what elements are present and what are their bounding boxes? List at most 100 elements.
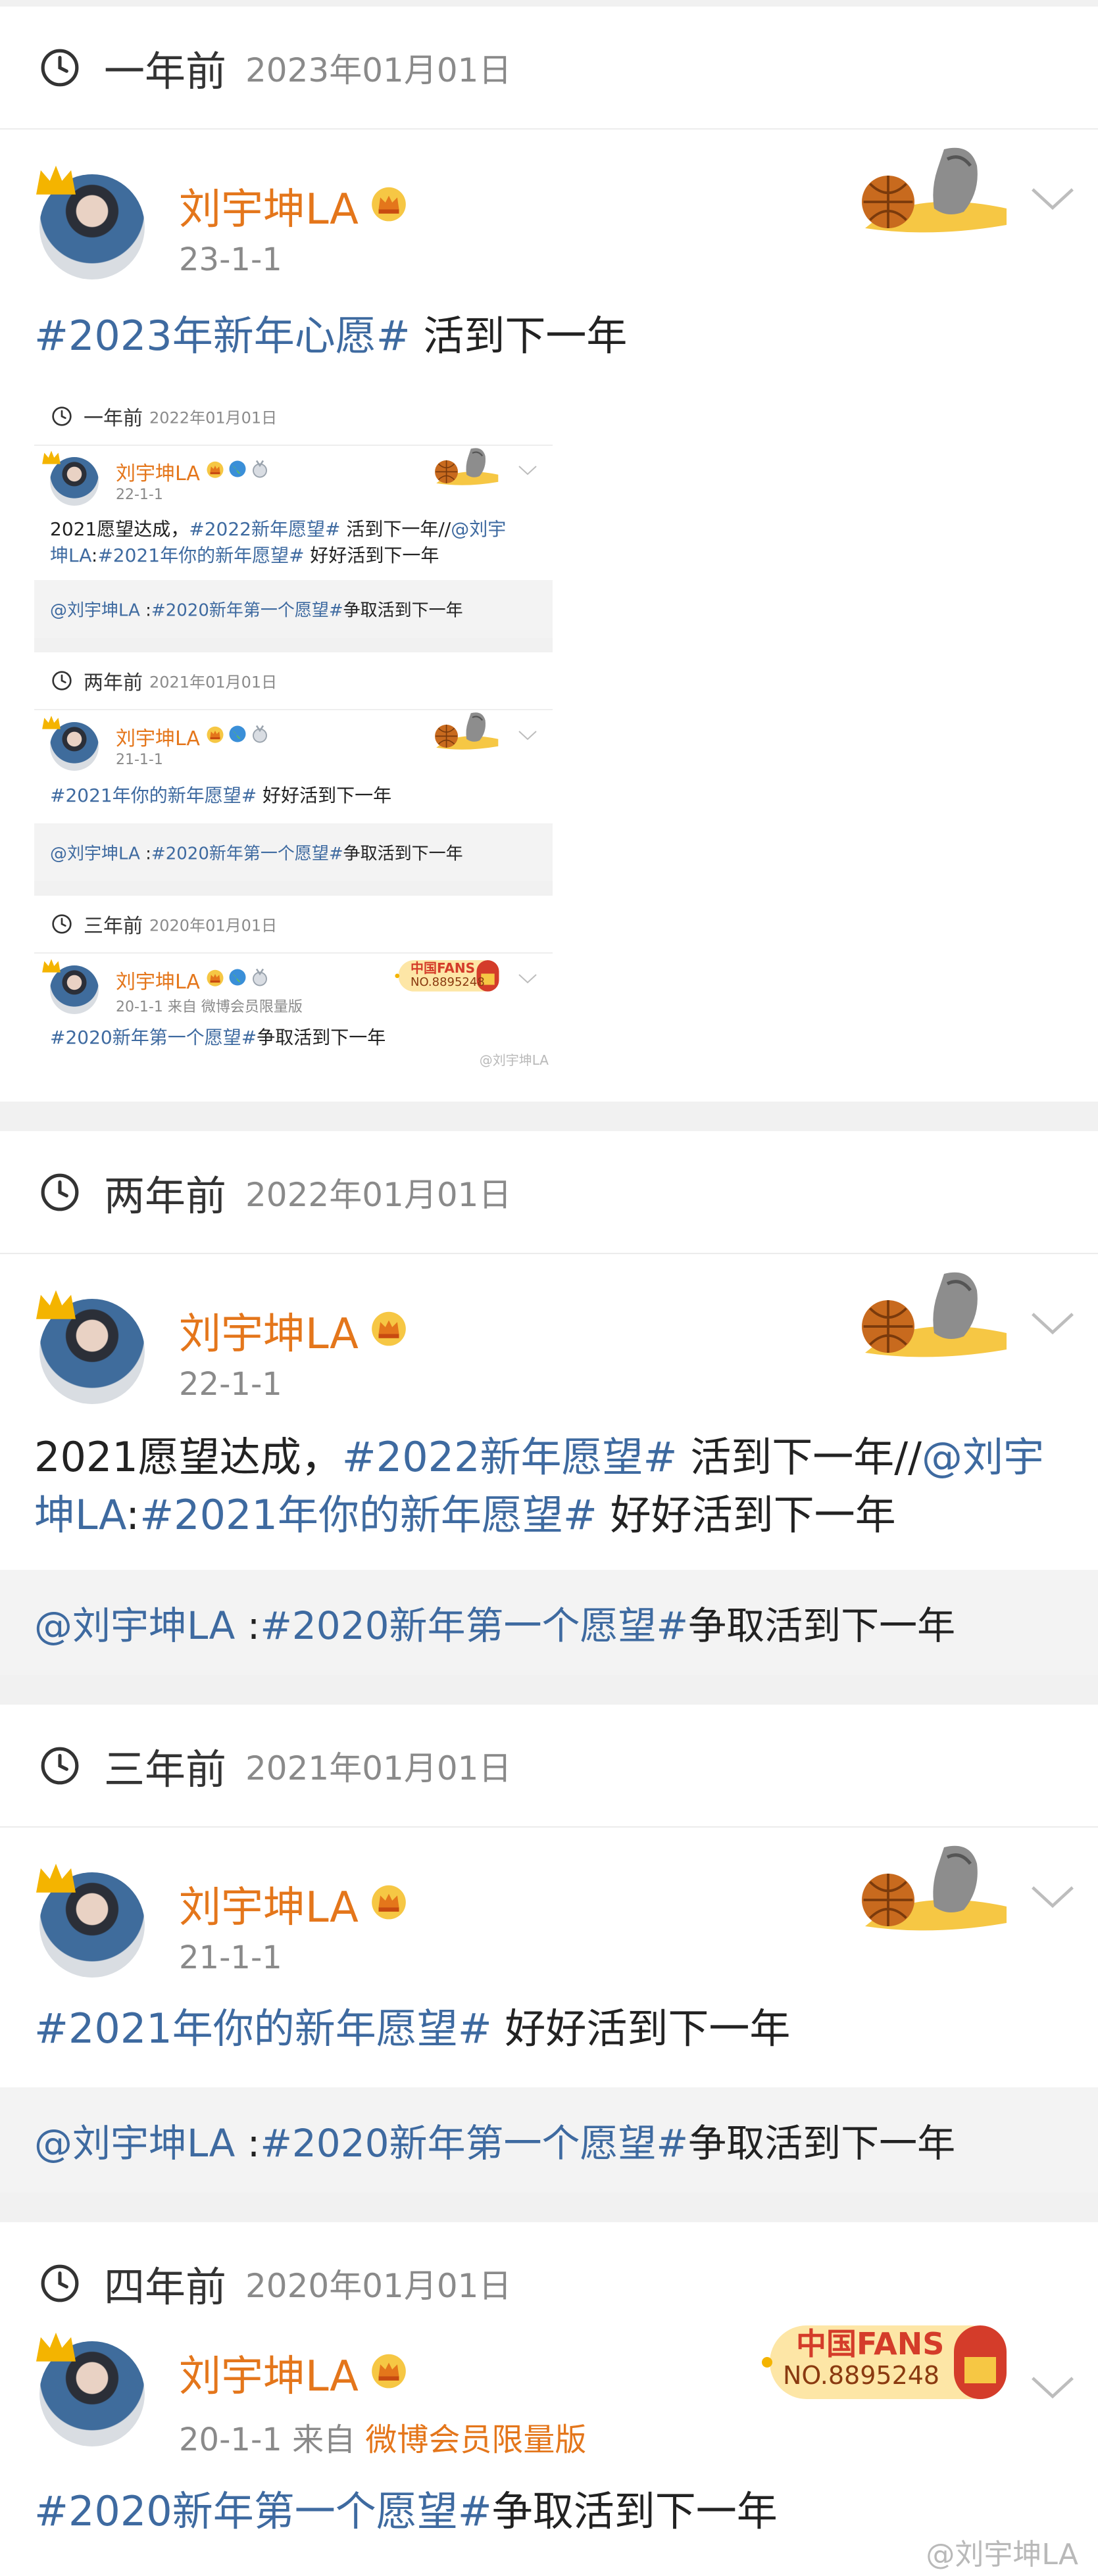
- post-text: 2021愿望达成，#2022新年愿望# 活到下一年//@刘宇: [34, 1433, 1044, 1481]
- watermark: @刘宇坤LA: [926, 2538, 1078, 2571]
- post-text: #2021年你的新年愿望# 好好活到下一年: [50, 785, 392, 806]
- repost-box[interactable]: @刘宇坤LA :#2020新年第一个愿望#争取活到下一年: [0, 1570, 1098, 1675]
- username[interactable]: 刘宇坤LA: [179, 2343, 359, 2403]
- fans-badge-text: 中国FANS: [411, 960, 475, 976]
- username: 刘宇坤LA: [116, 727, 200, 750]
- clock-icon: [51, 670, 72, 691]
- username: 刘宇坤LA: [116, 462, 200, 485]
- crown-icon: [33, 161, 79, 201]
- clock-icon: [39, 1745, 80, 1786]
- section-title: 三年前: [104, 1745, 227, 1793]
- badge-icons: [207, 460, 268, 478]
- crown-icon: [41, 957, 62, 975]
- clock-icon: [39, 2263, 80, 2304]
- avatar[interactable]: [33, 1286, 145, 1404]
- repost-text: @刘宇坤LA :#2020新年第一个愿望#争取活到下一年: [34, 2121, 956, 2166]
- username[interactable]: 刘宇坤LA: [179, 1874, 359, 1934]
- divider: [34, 881, 553, 896]
- basketball-deco-icon: [429, 446, 501, 492]
- avatar[interactable]: [33, 2328, 145, 2446]
- vip-crown-icon: [368, 182, 409, 223]
- username: 刘宇坤LA: [116, 971, 200, 994]
- post-time: 21-1-1: [116, 752, 163, 768]
- post-text-line2: 坤LA:#2021年你的新年愿望# 好好活到下一年: [50, 545, 439, 566]
- avatar[interactable]: [33, 161, 145, 279]
- mention-link[interactable]: 坤LA: [34, 1491, 126, 1539]
- repost-box[interactable]: @刘宇坤LA :#2020新年第一个愿望#争取活到下一年: [0, 2087, 1098, 2193]
- embedded-section-title: 三年前: [84, 915, 143, 938]
- chevron-down-icon: [518, 972, 537, 985]
- embedded-section-date: 2021年01月01日: [149, 673, 278, 692]
- divider: [34, 638, 553, 652]
- mention-link[interactable]: @刘宇坤LA: [34, 1603, 235, 1648]
- post-card-2[interactable]: 刘宇坤LA 22-1-1 2021愿望达成，#2022新年愿望# 活到下一年//…: [0, 1254, 1098, 1570]
- section-divider: [0, 1102, 1098, 1131]
- top-divider: [0, 0, 1098, 7]
- fans-badge-number: NO.8895248: [411, 975, 485, 989]
- topic-link[interactable]: #2021年你的新年愿望#: [139, 1491, 597, 1539]
- topic-link[interactable]: #2022新年愿望#: [342, 1433, 678, 1481]
- crown-icon: [33, 2328, 79, 2368]
- chevron-down-icon: [518, 729, 537, 742]
- repost-text: @刘宇坤LA :#2020新年第一个愿望#争取活到下一年: [34, 1603, 956, 1648]
- crown-icon: [41, 449, 62, 467]
- embedded-section-title: 一年前: [84, 407, 143, 430]
- topic-link[interactable]: #2020新年第一个愿望#: [34, 2487, 492, 2535]
- repost-box: @刘宇坤LA :#2020新年第一个愿望#争取活到下一年: [34, 823, 553, 881]
- basketball-deco-icon: [849, 1841, 1013, 1946]
- section-header-1: 一年前 2023年01月01日: [0, 7, 1098, 130]
- vip-crown-icon: [368, 1880, 409, 1921]
- clock-icon: [51, 913, 72, 935]
- topic-link[interactable]: #2023年新年心愿#: [34, 312, 411, 360]
- post-text-line2: 坤LA:#2021年你的新年愿望# 好好活到下一年: [34, 1491, 896, 1539]
- mention-link[interactable]: @刘宇坤LA: [34, 2121, 235, 2166]
- embedded-screenshot[interactable]: 一年前 2022年01月01日 刘宇坤LA 22-1-1 2021愿望达成，#2…: [34, 388, 553, 1082]
- section-header-2: 两年前 2022年01月01日: [0, 1131, 1098, 1254]
- section-date: 2022年01月01日: [245, 1175, 512, 1214]
- post-text: #2021年你的新年愿望# 好好活到下一年: [34, 2005, 791, 2053]
- avatar[interactable]: [33, 1859, 145, 1978]
- post-time: 22-1-1: [116, 487, 163, 503]
- username[interactable]: 刘宇坤LA: [179, 176, 359, 236]
- clock-icon: [39, 47, 80, 88]
- crown-icon: [33, 1859, 79, 1899]
- section-date: 2020年01月01日: [245, 2266, 512, 2305]
- vip-crown-icon: [368, 1307, 409, 1348]
- embedded-section-date: 2022年01月01日: [149, 408, 278, 427]
- post-text: 2021愿望达成，#2022新年愿望# 活到下一年//@刘宇: [50, 518, 507, 540]
- source-link[interactable]: 微博会员限量版: [365, 2421, 586, 2458]
- fans-badge-text: 中国FANS: [796, 2326, 945, 2362]
- chevron-down-icon[interactable]: [1030, 1883, 1076, 1910]
- chevron-down-icon[interactable]: [1030, 2374, 1076, 2400]
- post-text: #2020新年第一个愿望#争取活到下一年: [34, 2487, 778, 2535]
- post-time: 21-1-1: [179, 1939, 282, 1976]
- post-time: 20-1-1 来自 微博会员限量版: [116, 999, 303, 1015]
- topic-link[interactable]: #2020新年第一个愿望#: [260, 2121, 688, 2166]
- chevron-down-icon: [518, 464, 537, 477]
- post-card-1[interactable]: 刘宇坤LA 23-1-1 #2023年新年心愿# 活到下一年 一年前 2022年…: [0, 130, 1098, 1102]
- chevron-down-icon[interactable]: [1030, 185, 1076, 212]
- memories-page: 一年前 2023年01月01日 刘宇坤LA 23-1-1 #2023年新年心愿#…: [0, 0, 1098, 2576]
- username[interactable]: 刘宇坤LA: [179, 1300, 359, 1361]
- fans-badge-number: NO.8895248: [783, 2361, 940, 2390]
- post-card-3[interactable]: 刘宇坤LA 21-1-1 #2021年你的新年愿望# 好好活到下一年: [0, 1828, 1098, 2087]
- watermark: @刘宇坤LA: [479, 1052, 549, 1068]
- repost-box: @刘宇坤LA :#2020新年第一个愿望#争取活到下一年: [34, 580, 553, 638]
- topic-link[interactable]: #2021年你的新年愿望#: [34, 2005, 492, 2053]
- section-title: 四年前: [104, 2262, 227, 2311]
- mention-link[interactable]: @刘宇: [922, 1433, 1044, 1481]
- crown-icon: [33, 1286, 79, 1325]
- section-header-3: 三年前 2021年01月01日: [0, 1705, 1098, 1828]
- topic-link[interactable]: #2020新年第一个愿望#: [260, 1603, 688, 1648]
- clock-icon: [51, 406, 72, 427]
- badge-icons: [207, 725, 268, 743]
- embedded-section-header: 三年前 2020年01月01日: [34, 896, 553, 954]
- embedded-section-date: 2020年01月01日: [149, 916, 278, 935]
- section-date: 2023年01月01日: [245, 51, 512, 89]
- post-time: 20-1-1 来自 微博会员限量版: [179, 2421, 587, 2458]
- vip-crown-icon: [368, 2349, 409, 2390]
- section-title: 两年前: [104, 1171, 227, 1220]
- chevron-down-icon[interactable]: [1030, 1310, 1076, 1336]
- post-time: 22-1-1: [179, 1366, 282, 1403]
- embedded-section-header: 两年前 2021年01月01日: [34, 652, 553, 710]
